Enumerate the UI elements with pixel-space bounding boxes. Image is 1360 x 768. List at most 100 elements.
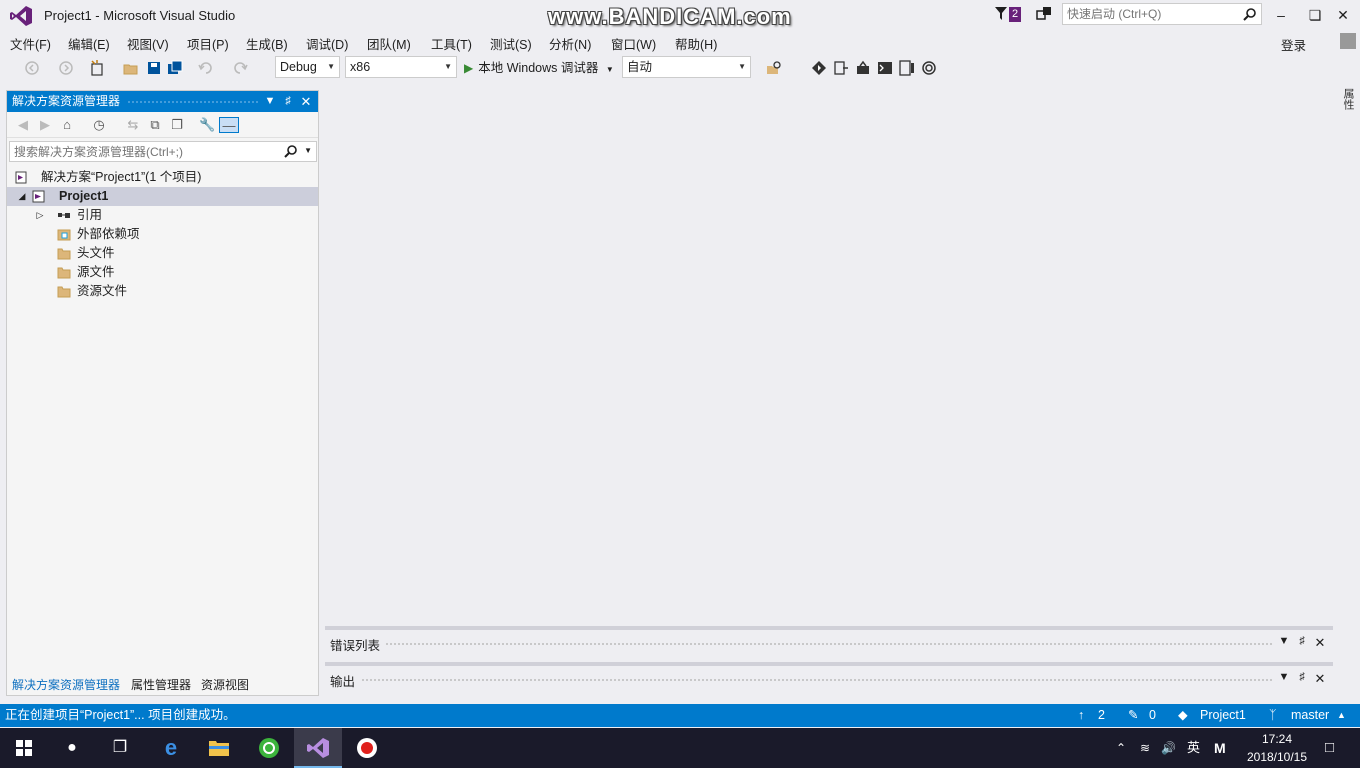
search-icon[interactable] — [284, 144, 298, 158]
tree-item-source-files[interactable]: 源文件 — [7, 263, 318, 282]
show-all-files-icon[interactable]: ❐ — [169, 117, 185, 133]
console-icon[interactable] — [877, 60, 893, 76]
status-branch[interactable]: master — [1291, 704, 1329, 727]
tree-item-resource-files[interactable]: 资源文件 — [7, 282, 318, 301]
properties-side-tab[interactable]: 属性 — [1340, 88, 1356, 110]
platform-dropdown[interactable]: x86 ▼ — [345, 56, 457, 78]
chevron-up-icon[interactable]: ▲ — [1337, 704, 1346, 727]
tree-item-header-files[interactable]: 头文件 — [7, 244, 318, 263]
start-debugging-button[interactable]: ▶ 本地 Windows 调试器 ▼ — [464, 58, 614, 78]
pencil-icon[interactable]: ✎ — [1128, 704, 1138, 727]
windows-start-icon[interactable] — [0, 728, 48, 768]
navigate-forward-icon[interactable] — [58, 60, 74, 76]
menu-view[interactable]: 视图(V) — [127, 34, 169, 53]
notification-badge[interactable]: 2 — [1009, 7, 1022, 22]
back-icon[interactable]: ◀ — [15, 117, 31, 133]
volume-icon[interactable]: 🔊 — [1161, 728, 1176, 768]
notification-flag-icon[interactable] — [994, 6, 1008, 22]
chevron-down-icon[interactable]: ▼ — [304, 146, 312, 155]
repository-icon[interactable]: ◆ — [1178, 704, 1188, 727]
undo-icon[interactable] — [198, 60, 214, 76]
close-icon[interactable]: ✕ — [1313, 635, 1327, 651]
tree-item-solution[interactable]: 解决方案“Project1”(1 个项目) — [7, 168, 318, 187]
redo-icon[interactable] — [232, 60, 248, 76]
tab-property-manager[interactable]: 属性管理器 — [131, 676, 191, 693]
chevron-down-icon[interactable]: ▼ — [1277, 671, 1291, 683]
quick-launch-input[interactable] — [1063, 4, 1233, 24]
error-list-title[interactable]: 错误列表 — [330, 635, 380, 654]
edge-browser-icon[interactable]: e — [147, 728, 195, 768]
menu-edit[interactable]: 编辑(E) — [68, 34, 110, 53]
task-view-icon[interactable]: ❐ — [96, 728, 144, 768]
pin-icon[interactable]: ♯ — [280, 91, 296, 112]
menu-window[interactable]: 窗口(W) — [611, 34, 656, 53]
menu-team[interactable]: 团队(M) — [367, 34, 411, 53]
pin-icon[interactable]: ♯ — [1295, 671, 1309, 683]
minimize-button[interactable]: – — [1264, 2, 1298, 28]
tree-item-references[interactable]: ▷ 引用 — [7, 206, 318, 225]
collapse-all-icon[interactable]: ⧉ — [147, 117, 163, 133]
tree-item-project[interactable]: ◢ Project1 — [7, 187, 318, 206]
expanded-arrow-icon[interactable]: ◢ — [17, 187, 27, 206]
drag-grip[interactable] — [361, 678, 1273, 682]
search-icon[interactable] — [1243, 7, 1257, 21]
menu-analyze[interactable]: 分析(N) — [549, 34, 591, 53]
menu-tools[interactable]: 工具(T) — [431, 34, 472, 53]
save-icon[interactable] — [146, 60, 162, 76]
breakpoint-icon[interactable] — [811, 60, 827, 76]
menu-debug[interactable]: 调试(D) — [306, 34, 348, 53]
forward-icon[interactable]: ▶ — [37, 117, 53, 133]
action-center-icon[interactable]: □ — [1325, 728, 1334, 768]
status-project[interactable]: Project1 — [1200, 704, 1246, 727]
close-icon[interactable]: ✕ — [298, 91, 314, 112]
solution-explorer-search-input[interactable] — [10, 142, 280, 161]
home-icon[interactable]: ⌂ — [59, 117, 75, 133]
diagnostics-icon[interactable] — [921, 60, 937, 76]
save-all-icon[interactable] — [167, 60, 183, 76]
output-title[interactable]: 输出 — [330, 671, 355, 690]
solution-config-dropdown[interactable]: Debug ▼ — [275, 56, 340, 78]
pin-icon[interactable]: ♯ — [1295, 635, 1309, 647]
close-icon[interactable]: ✕ — [1313, 671, 1327, 687]
chevron-down-icon[interactable]: ▼ — [1277, 635, 1291, 647]
visual-studio-taskbar-icon[interactable] — [294, 728, 342, 768]
close-button[interactable]: ✕ — [1326, 2, 1360, 28]
sign-in-link[interactable]: 登录 — [1281, 35, 1306, 54]
drag-grip[interactable] — [385, 642, 1273, 646]
navigate-back-icon[interactable] — [24, 60, 40, 76]
browser-360-icon[interactable] — [245, 728, 293, 768]
mode-dropdown[interactable]: 自动 ▼ — [622, 56, 751, 78]
tab-resource-view[interactable]: 资源视图 — [201, 676, 249, 693]
tab-solution-explorer[interactable]: 解决方案资源管理器 — [12, 676, 120, 693]
menu-build[interactable]: 生成(B) — [246, 34, 288, 53]
pending-changes-count[interactable]: 0 — [1149, 704, 1156, 727]
new-project-icon[interactable] — [89, 60, 105, 76]
file-explorer-icon[interactable] — [195, 728, 243, 768]
chevron-down-icon[interactable]: ▼ — [606, 65, 614, 74]
wifi-icon[interactable]: ≋ — [1140, 728, 1150, 768]
attach-process-icon[interactable] — [855, 60, 871, 76]
tree-item-external-deps[interactable]: 外部依赖项 — [7, 225, 318, 244]
ime-language[interactable]: 英 — [1187, 728, 1200, 768]
feedback-icon[interactable] — [1036, 6, 1052, 22]
open-folder-icon[interactable] — [123, 60, 139, 76]
cortana-icon[interactable]: ● — [48, 728, 96, 768]
unpublished-commits-count[interactable]: 2 — [1098, 704, 1105, 727]
menu-project[interactable]: 项目(P) — [187, 34, 229, 53]
step-into-icon[interactable] — [833, 60, 849, 76]
quick-launch-box[interactable] — [1062, 3, 1262, 25]
find-in-files-icon[interactable] — [766, 60, 782, 76]
chevron-up-icon[interactable]: ⌃ — [1116, 728, 1126, 768]
properties-wrench-icon[interactable]: 🔧 — [199, 117, 215, 133]
menu-help[interactable]: 帮助(H) — [675, 34, 717, 53]
device-layout-icon[interactable] — [899, 60, 915, 76]
history-icon[interactable]: ◷ — [91, 117, 107, 133]
menu-test[interactable]: 测试(S) — [490, 34, 532, 53]
chevron-down-icon[interactable]: ▼ — [262, 91, 278, 112]
bandicam-record-icon[interactable] — [343, 728, 391, 768]
ime-mode[interactable]: M — [1214, 728, 1226, 768]
drag-grip[interactable] — [127, 100, 258, 104]
sync-icon[interactable]: ⇆ — [125, 117, 141, 133]
menu-file[interactable]: 文件(F) — [10, 34, 51, 53]
collapsed-arrow-icon[interactable]: ▷ — [35, 206, 45, 225]
